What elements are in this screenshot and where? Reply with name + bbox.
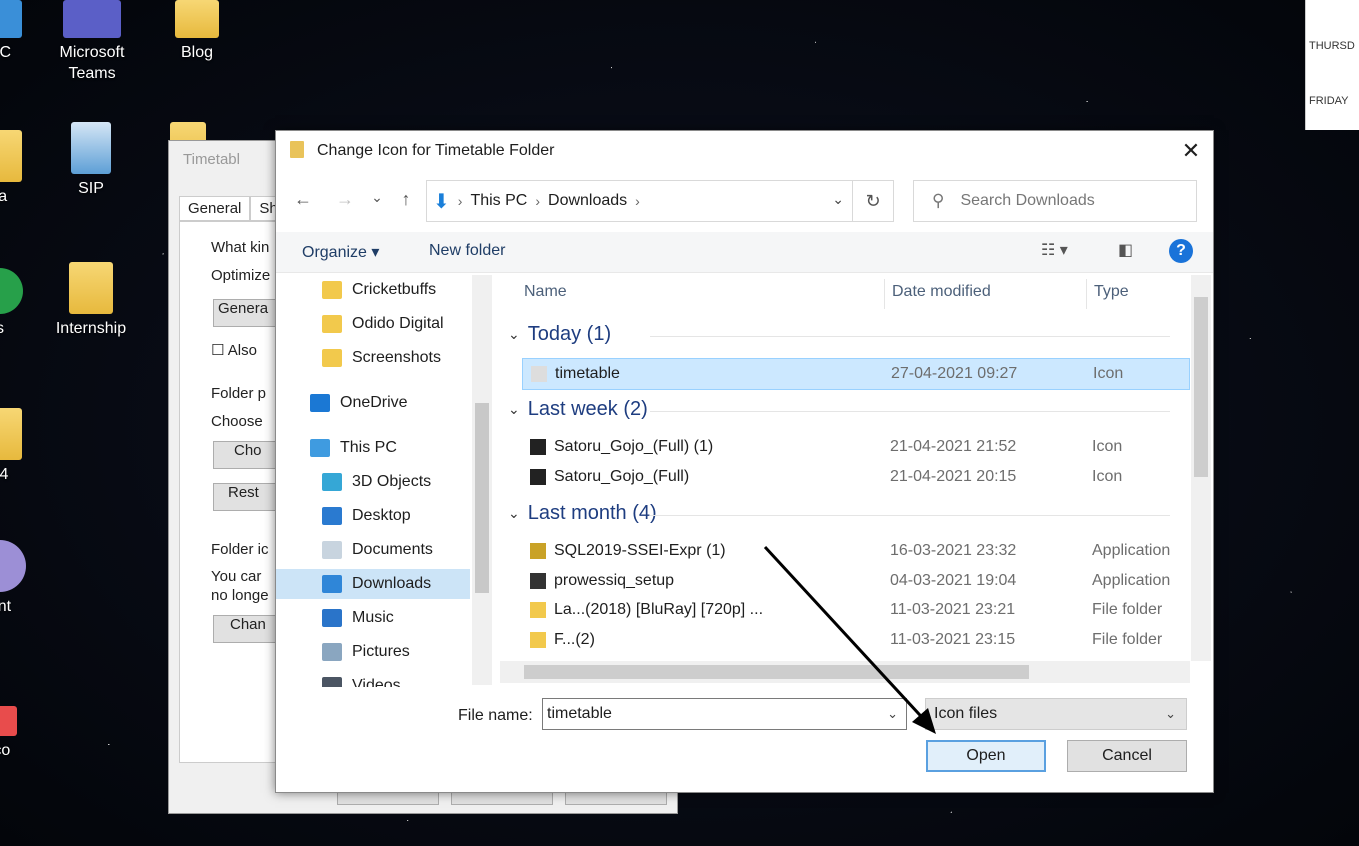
- annotation-arrow: [763, 545, 936, 734]
